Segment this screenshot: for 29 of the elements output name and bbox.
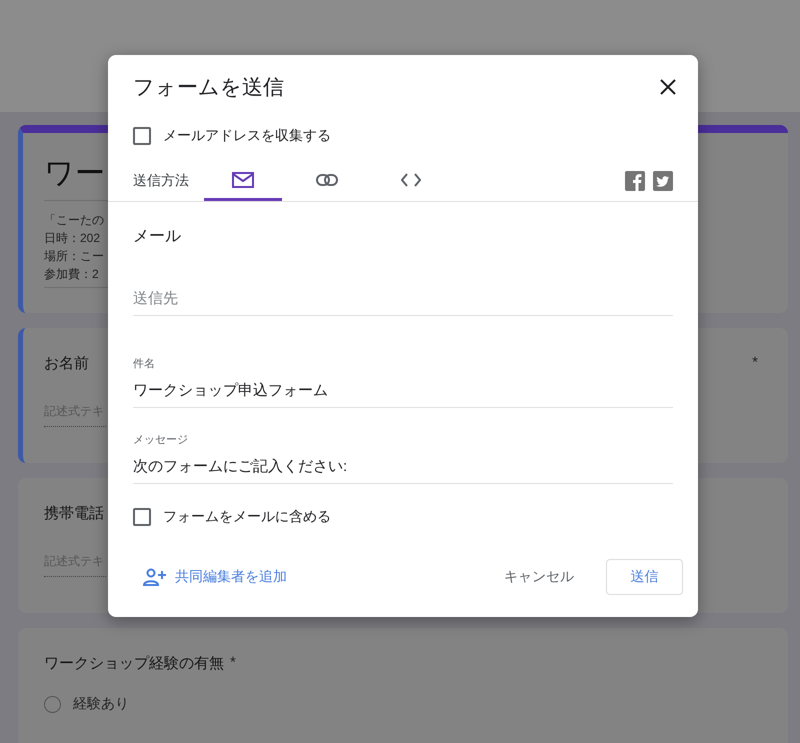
twitter-icon[interactable] [653, 171, 673, 191]
checkbox-label: フォームをメールに含める [163, 508, 331, 526]
dialog-title: フォームを送信 [133, 75, 284, 101]
field-label: メッセージ [133, 433, 189, 447]
field-label: 件名 [133, 357, 156, 371]
checkbox[interactable] [133, 127, 151, 145]
question-title: 携帯電話 [44, 504, 104, 523]
add-collaborators-button[interactable]: 共同編集者を追加 [143, 568, 287, 586]
option-label: 経験あり [73, 695, 129, 713]
radio-button[interactable] [44, 696, 61, 712]
checkbox[interactable] [133, 508, 151, 526]
add-person-icon [143, 568, 167, 586]
cancel-button[interactable]: キャンセル [498, 567, 580, 587]
section-title: メール [132, 227, 182, 247]
required-mark: * [230, 654, 236, 671]
facebook-icon[interactable] [625, 171, 645, 191]
required-mark: * [752, 354, 758, 371]
text-field[interactable]: ワークショップ申込フォーム [133, 381, 673, 400]
checkbox-label: メールアドレスを収集する [163, 127, 331, 145]
code-icon [401, 172, 421, 186]
mail-icon [232, 172, 254, 188]
text-field[interactable]: 次のフォームにご記入ください: [133, 457, 673, 476]
recipient-field[interactable]: 送信先 [133, 289, 673, 316]
question-title: お名前 [44, 354, 89, 373]
link-icon [316, 174, 338, 186]
send-button[interactable]: 送信 [606, 559, 683, 595]
question-title: ワークショップ経験の有無 [44, 654, 224, 673]
send-via-label: 送信方法 [133, 172, 190, 190]
question-card[interactable]: ワークショップ経験の有無 * 経験あり [18, 628, 788, 743]
